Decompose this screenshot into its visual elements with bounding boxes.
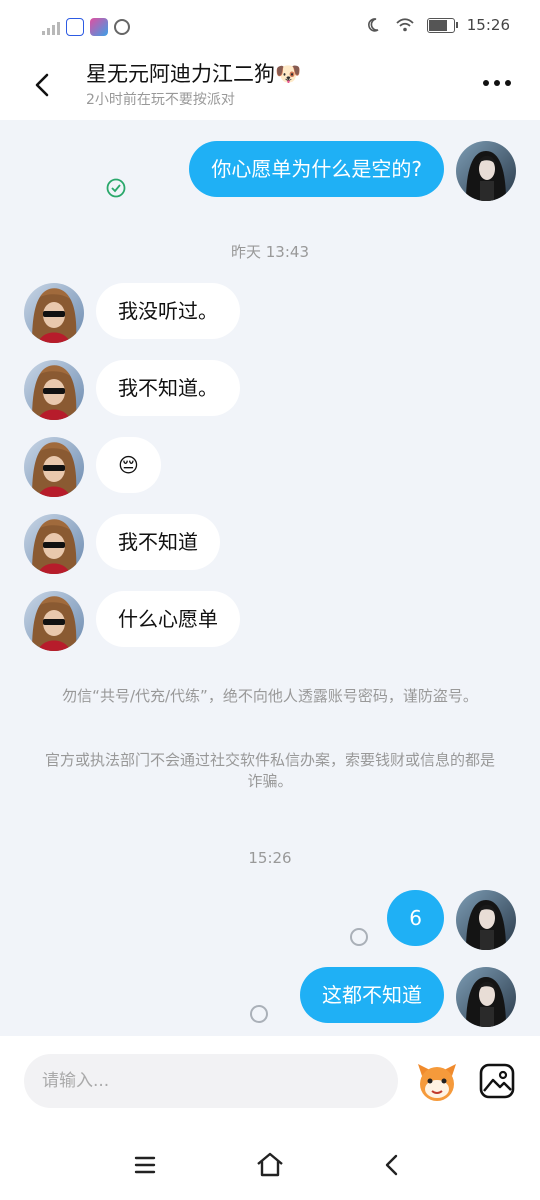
message-input-bar — [0, 1036, 540, 1130]
status-right-icons: 15:26 — [367, 16, 510, 34]
mascot-emoji-icon[interactable] — [414, 1058, 460, 1104]
incoming-message-bubble[interactable]: 我不知道 — [96, 514, 220, 570]
message-input[interactable] — [24, 1054, 398, 1108]
image-picker-icon[interactable] — [478, 1062, 516, 1100]
game-app-icon — [90, 18, 108, 36]
back-arrow-icon[interactable] — [28, 70, 58, 100]
fraud-warning-notice: 官方或执法部门不会通过社交软件私信办案，索要钱财或信息的都是诈骗。 — [44, 751, 495, 790]
home-icon[interactable] — [253, 1148, 287, 1182]
my-avatar[interactable] — [456, 890, 516, 950]
wifi-icon — [396, 18, 414, 32]
sending-status-icon — [350, 928, 368, 946]
contact-avatar[interactable] — [24, 283, 84, 343]
status-bar: 15:26 — [0, 0, 540, 56]
contact-avatar[interactable] — [24, 514, 84, 574]
baidu-app-icon — [66, 18, 84, 36]
outgoing-message-bubble[interactable]: 6 — [387, 890, 444, 946]
incoming-message-bubble[interactable]: 我不知道。 — [96, 360, 240, 416]
chat-header: 星无元阿迪力江二狗🐶 2小时前在玩不要按派对 — [0, 56, 540, 120]
outgoing-message-bubble[interactable]: 这都不知道 — [300, 967, 444, 1023]
moon-icon — [367, 18, 379, 32]
chat-message-list[interactable]: 你心愿单为什么是空的? 昨天 13:43 我没听过。 我不知道。 😔 我不知道 … — [0, 120, 540, 1036]
security-notice: 勿信“共号/代充/代练”，绝不向他人透露账号密码，谨防盗号。 — [62, 687, 478, 705]
my-avatar[interactable] — [456, 967, 516, 1027]
my-avatar[interactable] — [456, 141, 516, 201]
incoming-message-bubble[interactable]: 什么心愿单 — [96, 591, 240, 647]
sending-status-icon — [250, 1005, 268, 1023]
more-dots-icon[interactable] — [480, 68, 514, 98]
timestamp: 昨天 13:43 — [231, 243, 309, 261]
battery-icon — [426, 17, 458, 33]
contact-avatar[interactable] — [24, 437, 84, 497]
contact-avatar[interactable] — [24, 591, 84, 651]
incoming-message-bubble[interactable]: 我没听过。 — [96, 283, 240, 339]
signal-icon — [42, 19, 60, 35]
status-left-icons — [42, 18, 130, 36]
system-nav-bar — [0, 1130, 540, 1200]
menu-icon[interactable] — [128, 1148, 162, 1182]
timestamp: 15:26 — [248, 849, 292, 867]
contact-avatar[interactable] — [24, 360, 84, 420]
settings-app-icon — [114, 19, 130, 35]
status-time: 15:26 — [466, 16, 510, 34]
contact-name[interactable]: 星无元阿迪力江二狗🐶 — [86, 58, 301, 88]
back-icon[interactable] — [376, 1148, 410, 1182]
contact-activity-status: 2小时前在玩不要按派对 — [86, 92, 235, 108]
outgoing-message-bubble[interactable]: 你心愿单为什么是空的? — [189, 141, 444, 197]
incoming-emoji-bubble[interactable]: 😔 — [96, 437, 161, 493]
delivered-check-icon — [106, 178, 126, 198]
